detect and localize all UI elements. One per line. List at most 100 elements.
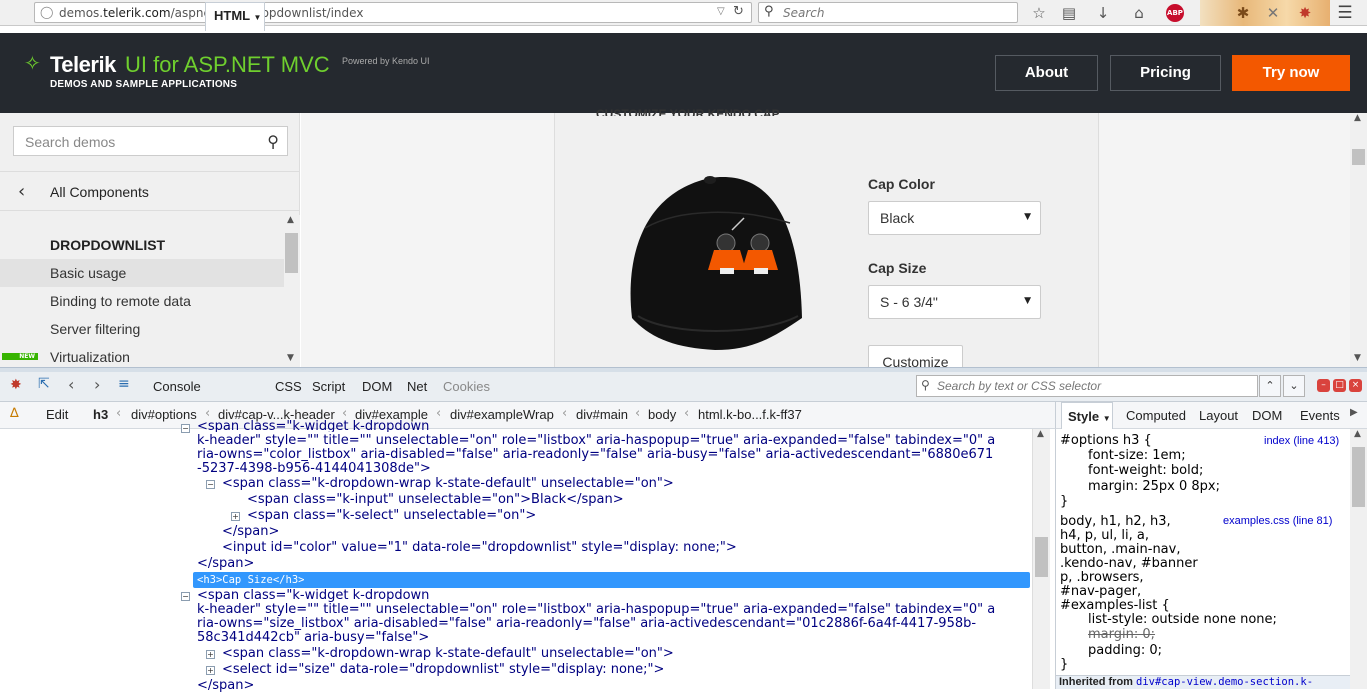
tab-console[interactable]: Console bbox=[153, 379, 201, 394]
breadcrumb-div-options[interactable]: div#options bbox=[131, 407, 197, 422]
all-components-link[interactable]: ‹ All Components bbox=[0, 171, 300, 211]
more-tabs-icon[interactable]: ▶ bbox=[1350, 407, 1358, 418]
home-icon[interactable]: ⌂ bbox=[1130, 4, 1148, 22]
sidebar-item-binding-remote[interactable]: Binding to remote data bbox=[0, 287, 284, 315]
tab-css[interactable]: CSS bbox=[275, 379, 302, 394]
product-name[interactable]: UI for ASP.NET MVC bbox=[125, 52, 330, 78]
cap-color-dropdown[interactable]: Black ▼ bbox=[868, 201, 1041, 235]
scroll-down-icon[interactable]: ▼ bbox=[1354, 353, 1361, 363]
scroll-up-icon[interactable]: ▲ bbox=[287, 215, 294, 225]
html-line[interactable]: <span class="k-input" unselectable="on">… bbox=[247, 493, 624, 507]
telerik-logo-icon[interactable]: ✧ bbox=[24, 53, 46, 73]
css-property-overridden[interactable]: margin: 0; bbox=[1088, 627, 1155, 643]
collapse-toggle-icon[interactable]: − bbox=[181, 592, 190, 601]
close-addon-icon[interactable]: ✕ bbox=[1264, 4, 1282, 22]
css-property[interactable]: font-weight: bold; bbox=[1088, 463, 1203, 479]
search-next-button[interactable]: ⌄ bbox=[1283, 375, 1305, 397]
address-bar[interactable]: ◯ demos.telerik.com/aspnet-mvc/dropdownl… bbox=[34, 2, 752, 23]
css-property[interactable]: list-style: outside none none; bbox=[1088, 612, 1277, 628]
tab-style[interactable]: Style ▼ bbox=[1061, 402, 1113, 430]
html-line[interactable]: -5237-4398-b956-4144041308de"> bbox=[197, 462, 431, 476]
breadcrumb-div-examplewrap[interactable]: div#exampleWrap bbox=[450, 407, 554, 422]
about-button[interactable]: About bbox=[995, 55, 1098, 91]
sidebar-item-server-filtering[interactable]: Server filtering bbox=[0, 315, 284, 343]
html-line[interactable]: </span> bbox=[222, 525, 279, 539]
expand-toggle-icon[interactable]: + bbox=[206, 666, 215, 675]
css-property[interactable]: padding: 0; bbox=[1088, 643, 1162, 659]
reading-list-icon[interactable]: ▤ bbox=[1060, 4, 1078, 22]
scroll-up-icon[interactable]: ▲ bbox=[1037, 429, 1044, 439]
expand-toggle-icon[interactable]: + bbox=[231, 512, 240, 521]
tab-layout[interactable]: Layout bbox=[1199, 408, 1238, 423]
breadcrumb-body[interactable]: body bbox=[648, 407, 676, 422]
adblock-icon[interactable]: ABP bbox=[1166, 4, 1184, 22]
collapse-toggle-icon[interactable]: − bbox=[206, 480, 215, 489]
tab-dom[interactable]: DOM bbox=[362, 379, 392, 394]
addon-icon[interactable]: ✱ bbox=[1234, 4, 1252, 22]
minimize-icon[interactable]: – bbox=[1317, 379, 1330, 392]
search-demos-input[interactable]: Search demos ⚲ bbox=[13, 126, 288, 156]
breadcrumb-h3[interactable]: h3 bbox=[93, 407, 108, 422]
html-line[interactable]: </span> bbox=[197, 557, 254, 571]
back-icon[interactable]: ‹ bbox=[68, 375, 74, 394]
html-line[interactable]: <span class="k-dropdown-wrap k-state-def… bbox=[222, 647, 674, 661]
tab-events[interactable]: Events bbox=[1300, 408, 1340, 423]
firebug-icon[interactable]: ✸ bbox=[1296, 4, 1314, 22]
pricing-button[interactable]: Pricing bbox=[1110, 55, 1221, 91]
tab-script[interactable]: Script bbox=[312, 379, 345, 394]
forward-icon[interactable]: › bbox=[94, 375, 100, 394]
dropdown-arrow-icon[interactable]: ▽ bbox=[717, 6, 725, 17]
cap-size-dropdown[interactable]: S - 6 3/4" ▼ bbox=[868, 285, 1041, 319]
collapse-toggle-icon[interactable]: − bbox=[181, 424, 190, 433]
html-line[interactable]: <span class="k-select" unselectable="on"… bbox=[247, 509, 536, 523]
command-line-icon[interactable]: ≡ bbox=[118, 376, 130, 392]
tab-html[interactable]: HTML ▼ bbox=[205, 2, 265, 31]
html-line[interactable]: <span class="k-widget k-dropdown bbox=[197, 589, 429, 603]
scroll-up-icon[interactable]: ▲ bbox=[1354, 113, 1361, 123]
css-selector[interactable]: #options h3 { bbox=[1060, 433, 1152, 449]
search-prev-button[interactable]: ⌃ bbox=[1259, 375, 1281, 397]
sidebar-scrollbar[interactable]: ▲ ▼ bbox=[284, 215, 300, 367]
scroll-thumb[interactable] bbox=[1352, 149, 1365, 165]
reload-icon[interactable]: ↻ bbox=[733, 4, 744, 19]
html-line[interactable]: <span class="k-dropdown-wrap k-state-def… bbox=[222, 477, 674, 491]
css-source-link[interactable]: examples.css (line 81) bbox=[1223, 515, 1332, 527]
scroll-down-icon[interactable]: ▼ bbox=[287, 353, 294, 363]
html-panel-scrollbar[interactable]: ▲ bbox=[1032, 429, 1050, 689]
edit-button[interactable]: Edit bbox=[46, 407, 68, 422]
firebug-icon[interactable]: ✸ bbox=[10, 377, 22, 393]
detach-icon[interactable]: □ bbox=[1333, 379, 1346, 392]
break-on-mutate-icon[interactable]: ∆ bbox=[10, 406, 19, 421]
scroll-up-icon[interactable]: ▲ bbox=[1354, 429, 1361, 439]
html-line[interactable]: <span class="k-widget k-dropdown bbox=[197, 420, 429, 432]
close-icon[interactable]: × bbox=[1349, 379, 1362, 392]
selected-html-node[interactable]: <h3>Cap Size</h3> bbox=[193, 572, 1030, 588]
expand-toggle-icon[interactable]: + bbox=[206, 650, 215, 659]
html-line[interactable]: <select id="size" data-role="dropdownlis… bbox=[222, 663, 664, 677]
menu-icon[interactable]: ☰ bbox=[1336, 4, 1354, 22]
search-icon[interactable]: ⚲ bbox=[267, 132, 279, 151]
tab-cookies[interactable]: Cookies bbox=[443, 379, 490, 394]
scroll-thumb[interactable] bbox=[1035, 537, 1048, 577]
tab-dom[interactable]: DOM bbox=[1252, 408, 1282, 423]
scroll-thumb[interactable] bbox=[285, 233, 298, 273]
brand-name[interactable]: Telerik bbox=[50, 52, 116, 78]
css-property[interactable]: margin: 25px 0 8px; bbox=[1088, 479, 1220, 495]
style-panel-scrollbar[interactable]: ▲ bbox=[1350, 429, 1367, 689]
tab-computed[interactable]: Computed bbox=[1126, 408, 1186, 423]
html-line[interactable]: <input id="color" value="1" data-role="d… bbox=[222, 541, 737, 555]
try-now-button[interactable]: Try now bbox=[1232, 55, 1350, 91]
html-line[interactable]: 58c341d442cb" aria-busy="false"> bbox=[197, 631, 429, 645]
breadcrumb-html[interactable]: html.k-bo...f.k-ff37 bbox=[698, 407, 802, 422]
browser-search-input[interactable]: ⚲ Search bbox=[758, 2, 1018, 23]
css-source-link[interactable]: index (line 413) bbox=[1264, 435, 1339, 447]
html-line[interactable]: </span> bbox=[197, 679, 254, 693]
bookmark-star-icon[interactable]: ☆ bbox=[1030, 4, 1048, 22]
html-line[interactable]: ria-owns="color_listbox" aria-disabled="… bbox=[197, 448, 993, 462]
firebug-search-input[interactable]: ⚲ Search by text or CSS selector bbox=[916, 375, 1258, 397]
inspect-element-icon[interactable]: ⇱ bbox=[38, 376, 50, 392]
html-line[interactable]: ria-owns="size_listbox" aria-disabled="f… bbox=[197, 617, 976, 631]
breadcrumb-div-main[interactable]: div#main bbox=[576, 407, 628, 422]
inherited-target-link[interactable]: div#cap-view.demo-section.k- bbox=[1136, 676, 1313, 688]
download-icon[interactable]: ↓ bbox=[1094, 4, 1112, 22]
